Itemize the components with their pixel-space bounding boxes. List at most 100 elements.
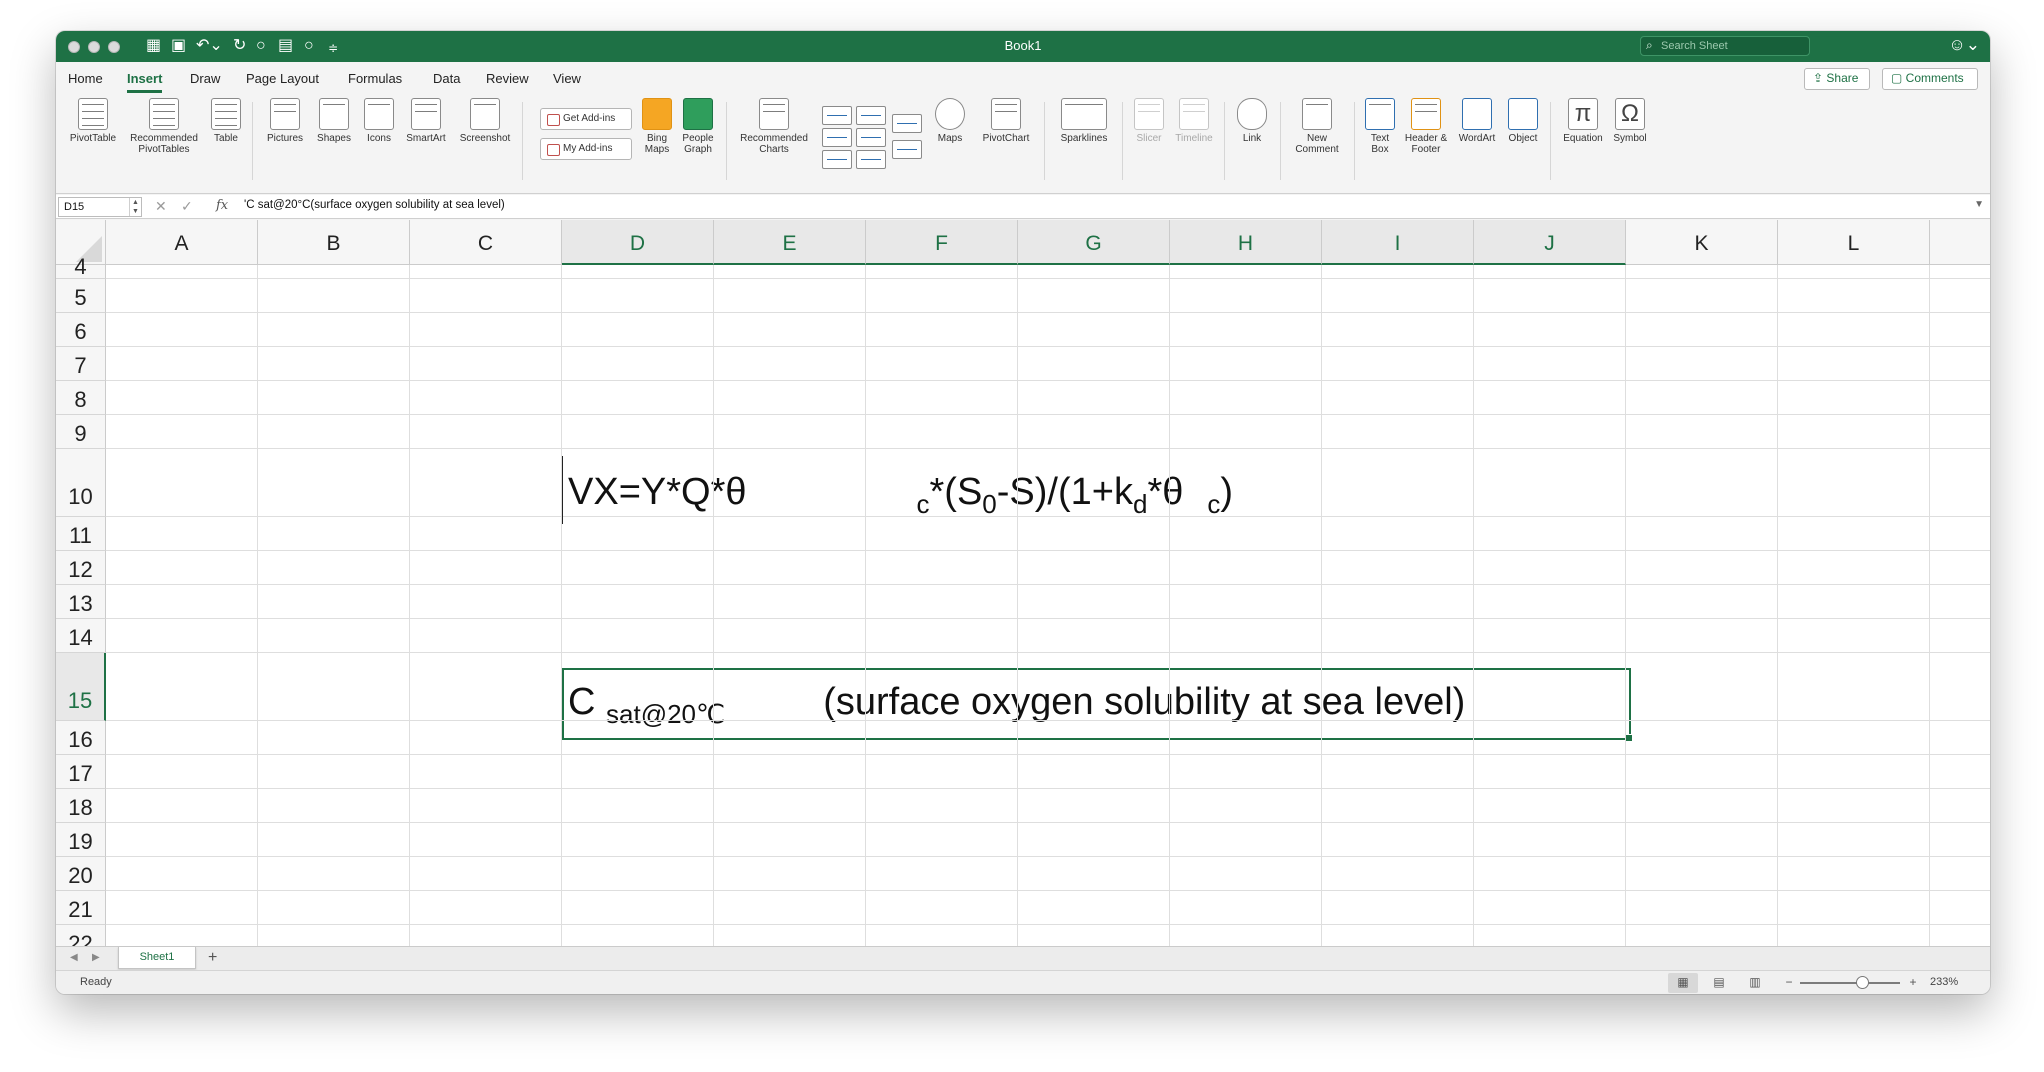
object-button[interactable]: Object [1502,98,1544,144]
column-header-l[interactable]: L [1778,220,1930,265]
pictures-button[interactable]: Pictures [262,98,308,144]
symbol-button[interactable]: Ω Symbol [1608,98,1652,144]
header-footer-button[interactable]: Header & Footer [1400,98,1452,155]
smartart-button[interactable]: SmartArt [402,98,450,144]
bing-maps-button[interactable]: Bing Maps [638,98,676,155]
new-comment-button[interactable]: New Comment [1288,98,1346,155]
recommended-pivottables-button[interactable]: Recommended PivotTables [126,98,202,155]
row-header-8[interactable]: 8 [56,381,106,415]
row-header-11[interactable]: 11 [56,517,106,551]
combo-chart-icon[interactable] [892,140,922,159]
row-header-4[interactable]: 4 [56,256,106,279]
equation-button[interactable]: π Equation [1558,98,1608,144]
zoom-slider[interactable] [1800,982,1900,984]
ribbon-tabs: Home Insert Draw Page Layout Formulas Da… [56,62,1990,94]
row-header-15[interactable]: 15 [56,653,106,721]
cancel-entry-icon[interactable]: ✕ [155,198,167,215]
column-header-b[interactable]: B [258,220,410,265]
column-header-k[interactable]: K [1626,220,1778,265]
previous-sheet-icon[interactable]: ◀ [70,952,78,963]
wordart-button[interactable]: WordArt [1454,98,1500,144]
tab-formulas[interactable]: Formulas [348,71,402,86]
tab-home[interactable]: Home [68,71,103,86]
gridline [106,720,1990,721]
next-sheet-icon[interactable]: ▶ [92,952,100,963]
share-button[interactable]: ⇪ Share [1804,68,1870,90]
line-chart-icon[interactable] [822,128,852,147]
pie-chart-icon[interactable] [822,150,852,169]
comments-button[interactable]: ▢ Comments [1882,68,1978,90]
column-header-c[interactable]: C [410,220,562,265]
zoom-slider-handle[interactable] [1856,976,1869,989]
link-button[interactable]: Link [1232,98,1272,144]
zoom-in-button[interactable]: + [1898,973,1928,993]
column-chart-icon[interactable] [822,106,852,125]
sheet-tab-sheet1[interactable]: Sheet1 [118,947,196,969]
column-header-e[interactable]: E [714,220,866,265]
row-header-6[interactable]: 6 [56,313,106,347]
row-header-20[interactable]: 20 [56,857,106,891]
row-header-12[interactable]: 12 [56,551,106,585]
my-addins-button[interactable]: My Add-ins [540,138,632,160]
text-box-button[interactable]: Text Box [1362,98,1398,155]
gridline [106,856,1990,857]
row-header-14[interactable]: 14 [56,619,106,653]
screenshot-button[interactable]: Screenshot [454,98,516,144]
get-addins-button[interactable]: Get Add-ins [540,108,632,130]
page-layout-view-icon[interactable]: ▤ [1704,973,1734,993]
timeline-button[interactable]: Timeline [1170,98,1218,144]
maps-button[interactable]: Maps [928,98,972,144]
row-header-5[interactable]: 5 [56,279,106,313]
recommended-charts-button[interactable]: Recommended Charts [736,98,812,155]
pivotchart-button[interactable]: PivotChart [976,98,1036,144]
row-header-18[interactable]: 18 [56,789,106,823]
row-header-16[interactable]: 16 [56,721,106,755]
column-header-j[interactable]: J [1474,220,1626,265]
add-sheet-button[interactable]: + [208,949,217,967]
people-graph-button[interactable]: People Graph [678,98,718,155]
feedback-smiley-icon[interactable]: ☺⌄ [1948,35,1980,55]
column-header-a[interactable]: A [106,220,258,265]
row-header-22[interactable]: 22 [56,925,106,946]
sparklines-button[interactable]: Sparklines [1054,98,1114,144]
row-header-21[interactable]: 21 [56,891,106,925]
column-header-g[interactable]: G [1018,220,1170,265]
insert-function-button[interactable]: fx [216,198,228,213]
name-box-spinner-icon[interactable]: ▲ ▼ [129,198,141,216]
row-header-17[interactable]: 17 [56,755,106,789]
search-input[interactable] [1661,38,1801,54]
name-box[interactable]: D15 ▲ ▼ [58,197,142,217]
link-icon [1237,98,1267,130]
pivottable-button[interactable]: PivotTable [66,98,120,144]
slicer-button[interactable]: Slicer [1130,98,1168,144]
confirm-entry-icon[interactable]: ✓ [181,198,193,215]
column-header-h[interactable]: H [1170,220,1322,265]
normal-view-icon[interactable]: ▦ [1668,973,1698,993]
tab-review[interactable]: Review [486,71,529,86]
row-header-13[interactable]: 13 [56,585,106,619]
table-button[interactable]: Table [206,98,246,144]
hierarchy-chart-icon[interactable] [856,106,886,125]
selected-cell-d15[interactable] [562,668,1633,742]
expand-formula-bar-icon[interactable]: ▼ [1974,199,1984,210]
formula-content[interactable]: 'C sat@20°C(surface oxygen solubility at… [244,199,505,211]
row-header-19[interactable]: 19 [56,823,106,857]
column-header-i[interactable]: I [1322,220,1474,265]
row-header-7[interactable]: 7 [56,347,106,381]
shapes-button[interactable]: Shapes [312,98,356,144]
column-header-f[interactable]: F [866,220,1018,265]
page-break-view-icon[interactable]: ▥ [1740,973,1770,993]
tab-insert[interactable]: Insert [127,71,163,93]
tab-draw[interactable]: Draw [190,71,220,86]
row-header-9[interactable]: 9 [56,415,106,449]
pictures-icon [270,98,300,130]
column-header-d[interactable]: D [562,220,714,265]
icons-button[interactable]: Icons [360,98,398,144]
tab-view[interactable]: View [553,71,581,86]
tab-data[interactable]: Data [433,71,460,86]
waterfall-chart-icon[interactable] [892,114,922,133]
tab-page-layout[interactable]: Page Layout [246,71,319,86]
statistic-chart-icon[interactable] [856,128,886,147]
row-header-10[interactable]: 10 [56,449,106,517]
scatter-chart-icon[interactable] [856,150,886,169]
